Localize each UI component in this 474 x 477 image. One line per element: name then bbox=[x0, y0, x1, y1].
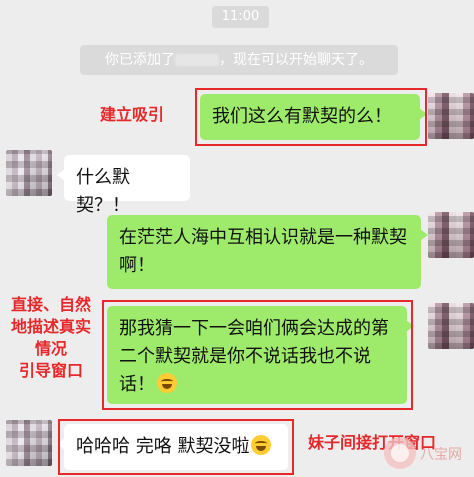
system-message: 你已添加了 ，现在可以开始聊天了。 bbox=[80, 45, 398, 75]
avatar-self[interactable] bbox=[428, 303, 474, 349]
avatar-contact[interactable] bbox=[6, 150, 52, 196]
annotation-describe-line: 直接、自然 bbox=[10, 295, 91, 314]
annotation-describe: 直接、自然 地描述真实 情况 引导窗口 bbox=[2, 294, 100, 382]
message-text: 在茫茫人海中互相认识就是一种默契啊！ bbox=[119, 227, 407, 276]
message-bubble-incoming[interactable]: 什么默契？！ bbox=[57, 155, 190, 216]
avatar-self[interactable] bbox=[428, 93, 474, 139]
annotation-describe-line: 情况 bbox=[34, 339, 67, 358]
system-message-suffix: ，现在可以开始聊天了。 bbox=[219, 52, 373, 68]
annotation-attract: 建立吸引 bbox=[100, 105, 165, 124]
avatar-contact[interactable] bbox=[6, 420, 52, 466]
system-message-prefix: 你已添加了 bbox=[105, 52, 175, 68]
annotation-describe-line: 地描述真实 bbox=[10, 317, 91, 336]
avatar-self[interactable] bbox=[428, 212, 474, 258]
message-bubble-outgoing[interactable]: 在茫茫人海中互相认识就是一种默契啊！ bbox=[107, 215, 428, 289]
watermark-text: 八宝网 bbox=[420, 447, 462, 463]
red-highlight-box bbox=[195, 88, 427, 146]
message-text: 什么默契？！ bbox=[76, 167, 130, 216]
red-highlight-box bbox=[102, 300, 413, 410]
blurred-contact-name bbox=[175, 54, 219, 66]
annotation-describe-line: 引导窗口 bbox=[18, 361, 83, 380]
timestamp: 11:00 bbox=[212, 6, 269, 28]
watermark-logo-icon: 八宝网 bbox=[384, 437, 462, 469]
watermark: 八宝网 bbox=[380, 429, 466, 473]
red-highlight-box bbox=[58, 419, 294, 475]
